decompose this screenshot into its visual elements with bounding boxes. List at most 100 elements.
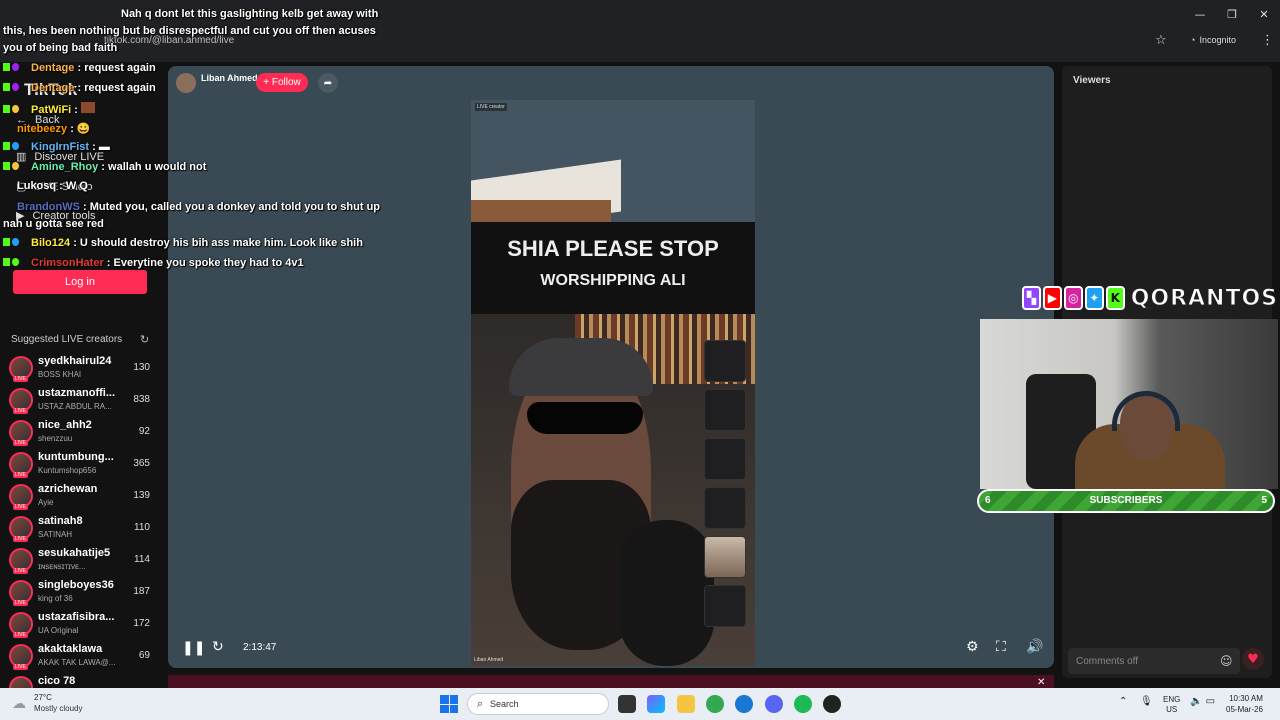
list-item[interactable]: LIVE syedkhairul24 BOSS KHAI 130 — [0, 352, 166, 384]
live-badge: LIVE — [13, 408, 28, 414]
close-window-button[interactable]: ✕ — [1248, 0, 1280, 28]
creator-name: nice_ahh2 — [38, 419, 92, 431]
edge-icon[interactable] — [735, 695, 753, 713]
brand-name: QORANTOS — [1130, 285, 1279, 311]
language-bottom: US — [1166, 705, 1178, 714]
creator-subtitle: USTAZ ABDUL RA... — [38, 402, 112, 411]
live-badge: LIVE — [13, 600, 28, 606]
volume-icon[interactable]: 🔊 — [1026, 639, 1043, 655]
bottom-banner — [168, 675, 1054, 688]
minimize-button[interactable]: — — [1184, 0, 1216, 28]
chat-message: nitebeezy : 😀 — [17, 123, 91, 135]
list-item[interactable]: LIVE akaktaklawa AKAK TAK LAWA@... 69 — [0, 640, 166, 672]
creator-subtitle: shenzzuu — [38, 434, 73, 443]
refresh-icon[interactable]: ↻ — [140, 333, 149, 346]
spotify-icon[interactable] — [794, 695, 812, 713]
chat-username: KingIrnFist — [31, 141, 90, 153]
list-item[interactable]: LIVE satinah8 SATINAH 110 — [0, 512, 166, 544]
chat-badges — [3, 82, 31, 94]
tray-chevron-icon[interactable]: ⌃ — [1119, 696, 1127, 707]
chat-message: Dentage : request again — [3, 62, 156, 74]
clock-date: 05-Mar-26 — [1226, 705, 1263, 714]
creator-subtitle: UA Original — [38, 626, 79, 635]
caption-line-1: SHIA PLEASE STOP — [507, 236, 719, 261]
taskbar-search[interactable]: ⌕ Search — [467, 693, 609, 715]
chat-message: Nah q dont let this gaslighting kelb get… — [3, 6, 393, 57]
language-top: ENG — [1163, 695, 1181, 704]
chat-badges — [3, 104, 31, 116]
guest-tile[interactable] — [704, 389, 746, 431]
twitter-icon: ✦ — [1084, 286, 1104, 310]
maximize-button[interactable]: ❐ — [1216, 0, 1248, 28]
discord-icon[interactable] — [765, 695, 783, 713]
guest-tile[interactable] — [704, 487, 746, 529]
cloud-icon[interactable]: ☁ — [12, 696, 26, 712]
clock[interactable]: 10:30 AM 05-Mar-26 — [1226, 693, 1263, 715]
comments-placeholder: Comments off — [1076, 656, 1139, 667]
weather-temperature[interactable]: 27°C — [34, 693, 52, 702]
creator-subtitle: king of 36 — [38, 594, 73, 603]
banner-close-icon[interactable]: ✕ — [1037, 677, 1045, 688]
creator-name: sesukahatije5 — [38, 547, 111, 559]
list-item[interactable]: LIVE nice_ahh2 shenzzuu 92 — [0, 416, 166, 448]
creator-subtitle: Kuntumshop656 — [38, 466, 97, 475]
viewer-count: 172 — [133, 618, 150, 629]
host-sunglasses — [527, 402, 643, 434]
language-indicator[interactable]: ENG US — [1163, 695, 1180, 715]
live-badge: LIVE — [13, 440, 28, 446]
twitch-icon: ▚ — [1022, 286, 1041, 310]
creator-subtitle: AKAK TAK LAWA@... — [38, 658, 116, 667]
list-item[interactable]: LIVE ustazafisibra... UA Original 172 — [0, 608, 166, 640]
browser-menu-icon[interactable]: ⋮ — [1261, 33, 1274, 48]
caption-line-2: WORSHIPPING ALI — [540, 272, 686, 289]
live-video[interactable]: LIVE creator SHIA PLEASE STOP WORSHIPPIN… — [471, 100, 755, 666]
weather-condition[interactable]: Mostly cloudy — [34, 704, 82, 713]
task-view-icon[interactable] — [618, 695, 636, 713]
guest-tile[interactable] — [704, 340, 746, 382]
chat-username: CrimsonHater — [31, 257, 104, 269]
chat-overlay: Nah q dont let this gaslighting kelb get… — [0, 0, 400, 280]
live-badge: LIVE — [13, 664, 28, 670]
file-explorer-icon[interactable] — [677, 695, 695, 713]
settings-icon[interactable]: ⚙ — [966, 639, 979, 655]
creator-name: ustazmanoffi... — [38, 387, 116, 399]
list-item[interactable]: LIVE ustazmanoffi... USTAZ ABDUL RA... 838 — [0, 384, 166, 416]
reload-icon[interactable]: ↻ — [212, 639, 224, 655]
creator-name: syedkhairul24 — [38, 355, 112, 367]
comments-input[interactable]: Comments off ☺ — [1068, 648, 1240, 674]
chrome-icon[interactable] — [706, 695, 724, 713]
subscriber-count-right: 5 — [1261, 495, 1267, 506]
volume-tray-icon[interactable]: 🔈 ▭ — [1190, 696, 1215, 707]
list-item[interactable]: LIVE singleboyes36 king of 36 187 — [0, 576, 166, 608]
chat-message: Lukosq : W Q — [17, 180, 88, 192]
like-heart-icon[interactable]: ♥ — [1242, 648, 1264, 670]
viewer-count: 187 — [133, 586, 150, 597]
list-item[interactable]: LIVE sesukahatije5 ɪɴsᴇɴsɪᴛɪᴠᴇ... 114 — [0, 544, 166, 576]
incognito-indicator[interactable]: ◔ Incognito — [1190, 35, 1236, 45]
chat-text: Everytine you spoke they had to 4v1 — [113, 257, 304, 269]
viewer-count: 139 — [133, 490, 150, 501]
list-item[interactable]: LIVE kuntumbung... Kuntumshop656 365 — [0, 448, 166, 480]
guest-tile[interactable] — [704, 536, 746, 578]
live-badge: LIVE — [13, 504, 28, 510]
fullscreen-icon[interactable]: ⛶ — [996, 639, 1006, 655]
emoji-icon[interactable]: ☺ — [1220, 654, 1233, 668]
obs-icon[interactable] — [823, 695, 841, 713]
copilot-icon[interactable] — [647, 695, 665, 713]
start-button[interactable] — [440, 695, 458, 713]
bookmark-star-icon[interactable]: ☆ — [1155, 33, 1167, 48]
list-item[interactable]: LIVE azrichewan Ayie 139 — [0, 480, 166, 512]
youtube-icon: ▶ — [1042, 286, 1062, 310]
live-badge: LIVE — [13, 472, 28, 478]
microphone-icon[interactable]: 🎙 — [1140, 696, 1153, 707]
chat-message: BrandonWS : Muted you, called you a donk… — [3, 201, 381, 230]
creator-subtitle: SATINAH — [38, 530, 73, 539]
pause-icon[interactable]: ❚❚ — [182, 640, 205, 656]
guest-tile[interactable] — [704, 438, 746, 480]
chat-badges — [3, 62, 31, 74]
guest-tile[interactable] — [704, 585, 746, 627]
chat-emote: 😀 — [76, 123, 91, 135]
chat-text: request again — [84, 82, 156, 94]
creator-name: azrichewan — [38, 483, 98, 495]
creator-subtitle: ɪɴsᴇɴsɪᴛɪᴠᴇ... — [38, 562, 86, 571]
